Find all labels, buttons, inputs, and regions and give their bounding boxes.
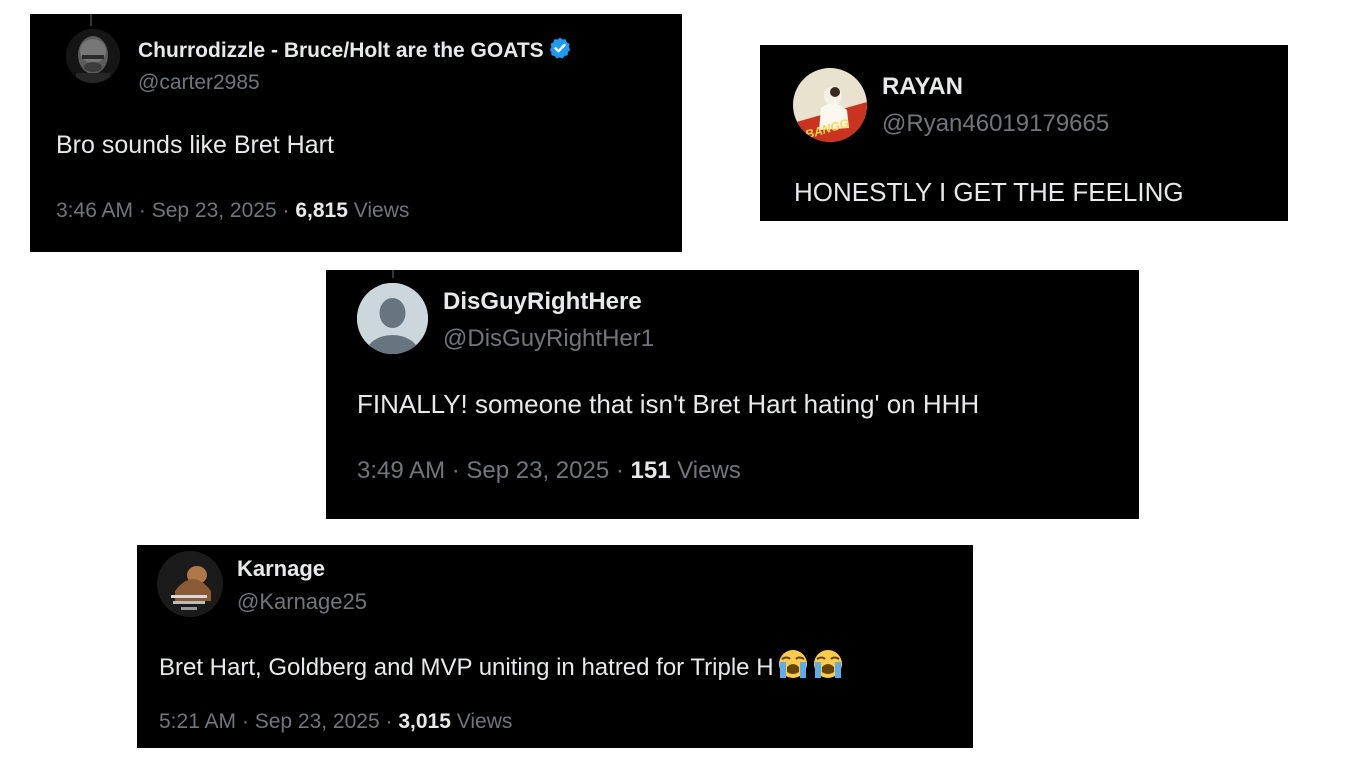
tweet-text: Bro sounds like Bret Hart xyxy=(56,131,334,159)
tweet-meta: 5:21 AM · Sep 23, 2025 · 3,015 Views xyxy=(159,710,512,734)
tweet-text: Bret Hart, Goldberg and MVP uniting in h… xyxy=(159,648,844,687)
tweet-meta: 3:49 AM · Sep 23, 2025 · 151 Views xyxy=(357,457,741,485)
user-handle[interactable]: @Karnage25 xyxy=(237,589,367,615)
views-label: Views xyxy=(450,710,513,733)
display-name[interactable]: RAYAN xyxy=(882,73,963,101)
tweet-card-3: DisGuyRightHere @DisGuyRightHer1 FINALLY… xyxy=(326,270,1139,519)
thread-line xyxy=(90,14,92,26)
avatar[interactable]: ABANGG xyxy=(793,68,867,142)
display-name-text: Churrodizzle - Bruce/Holt are the GOATS xyxy=(138,39,544,62)
tweet-text: HONESTLY I GET THE FEELING xyxy=(794,177,1184,207)
view-count: 6,815 xyxy=(295,199,348,222)
avatar[interactable] xyxy=(357,283,428,354)
views-label: Views xyxy=(670,457,741,484)
avatar[interactable] xyxy=(66,29,120,83)
user-handle[interactable]: @Ryan46019179665 xyxy=(882,110,1109,138)
tweet-card-2: ABANGG RAYAN @Ryan46019179665 HONESTLY I… xyxy=(760,45,1288,221)
display-name[interactable]: Karnage xyxy=(237,556,325,582)
tweet-card-4: Karnage @Karnage25 Bret Hart, Goldberg a… xyxy=(137,545,973,748)
display-name[interactable]: Churrodizzle - Bruce/Holt are the GOATS xyxy=(138,36,572,66)
tweet-timestamp[interactable]: 5:21 AM · Sep 23, 2025 · xyxy=(159,710,398,733)
loudly-crying-face-icon xyxy=(777,648,809,687)
tweet-timestamp[interactable]: 3:49 AM · Sep 23, 2025 · xyxy=(357,457,631,484)
user-handle[interactable]: @DisGuyRightHer1 xyxy=(443,325,654,353)
user-handle[interactable]: @carter2985 xyxy=(138,71,260,95)
avatar[interactable] xyxy=(157,551,223,617)
tweet-timestamp[interactable]: 3:46 AM · Sep 23, 2025 · xyxy=(56,199,295,222)
thread-line xyxy=(392,270,394,278)
tweet-text: FINALLY! someone that isn't Bret Hart ha… xyxy=(357,389,980,419)
display-name[interactable]: DisGuyRightHere xyxy=(443,288,642,316)
verified-badge-icon xyxy=(548,36,572,66)
tweet-card-1: Churrodizzle - Bruce/Holt are the GOATS … xyxy=(30,14,682,252)
views-label: Views xyxy=(347,199,410,222)
tweet-meta: 3:46 AM · Sep 23, 2025 · 6,815 Views xyxy=(56,199,409,223)
loudly-crying-face-icon xyxy=(812,648,844,687)
tweet-text-content: Bret Hart, Goldberg and MVP uniting in h… xyxy=(159,654,774,681)
view-count: 3,015 xyxy=(398,710,451,733)
view-count: 151 xyxy=(630,457,671,484)
